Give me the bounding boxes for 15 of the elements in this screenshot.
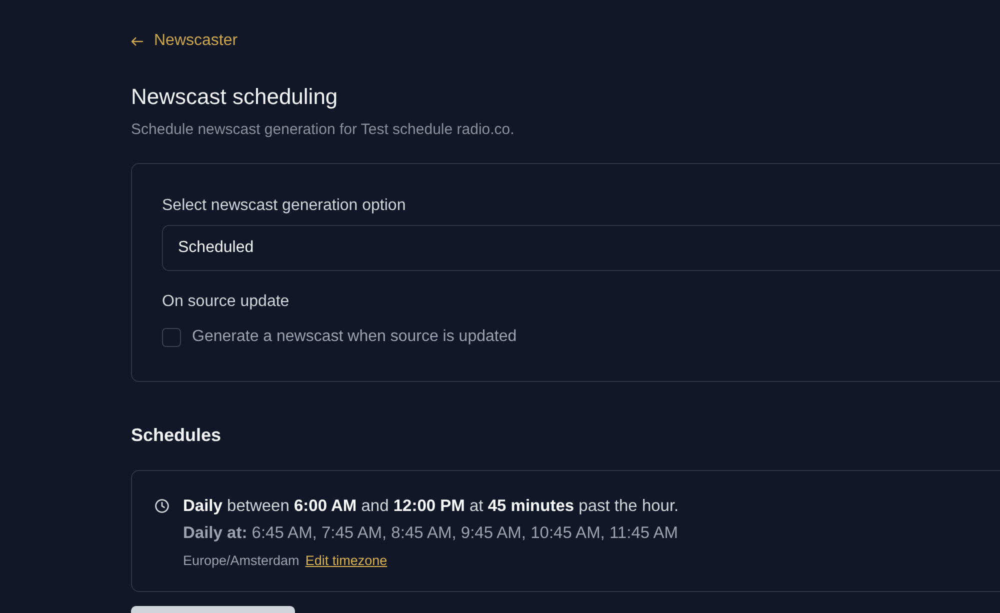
page-subtitle: Schedule newscast generation for Test schedule radio.co. [131,120,516,140]
arrow-left-icon [131,36,143,46]
section-label: On source update [162,292,290,312]
field-label: Select newscast generation option [162,196,407,216]
clock-icon [155,499,169,513]
schedule-summary: Daily between 6:00 AM and 12:00 PM at 45 minutes past the hour. [183,496,679,516]
checkbox[interactable] [162,328,181,346]
timezone-text: Europe/Amsterdam [183,552,300,570]
section-heading: Schedules [131,424,222,446]
back-link[interactable]: Newscaster [131,30,238,52]
checkbox-label: Generate a newscast when source is updated [192,327,517,347]
edit-timezone-link[interactable]: Edit timezone [305,552,388,570]
schedule-times: Daily at: 6:45 AM, 7:45 AM, 8:45 AM, 9:45 AM, 10:45 AM, 11:45 AM [183,523,679,543]
generation-option-select[interactable]: Scheduled [162,225,1000,271]
page-title: Newscast scheduling [131,83,339,111]
